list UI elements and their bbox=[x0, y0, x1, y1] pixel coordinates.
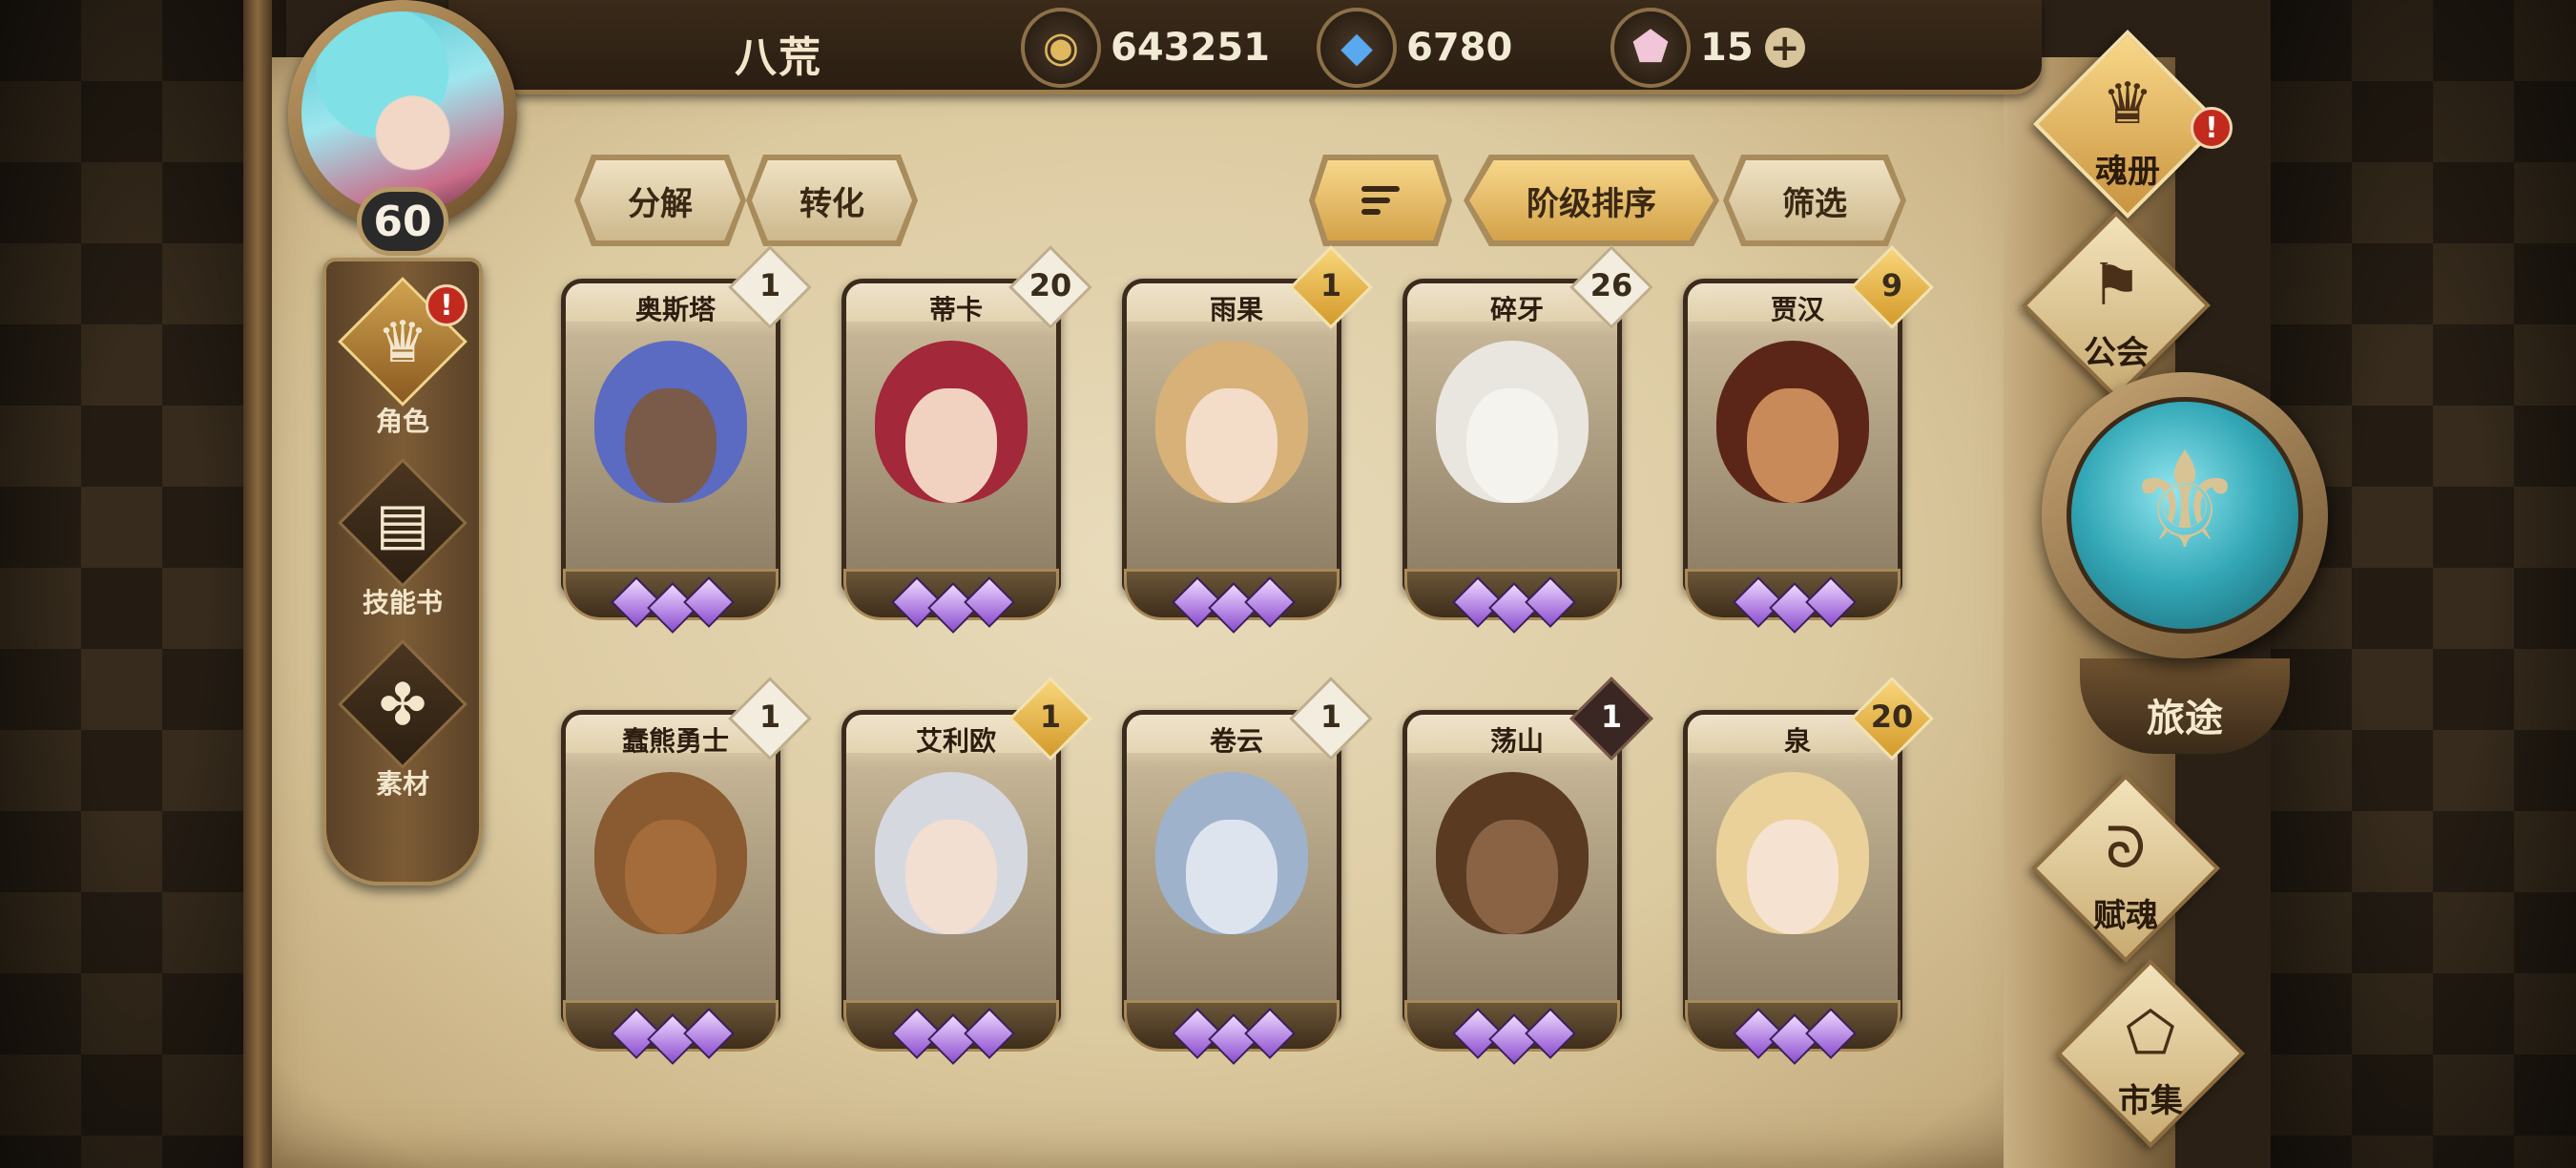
hero-rank-base bbox=[834, 989, 1069, 1071]
material-icon: ✤ bbox=[378, 672, 427, 739]
hero-count: 20 bbox=[1028, 267, 1072, 303]
hero-portrait-frame: 碎牙 bbox=[1402, 279, 1622, 594]
hero-rank-base bbox=[1114, 989, 1349, 1071]
hero-portrait bbox=[1688, 322, 1898, 589]
hero-portrait-frame: 雨果 bbox=[1122, 279, 1341, 594]
blue-crystal-icon: ◆ bbox=[1317, 8, 1397, 88]
market-icon: ⬠ bbox=[2125, 1000, 2176, 1067]
hero-card[interactable]: 贾汉 9 bbox=[1675, 245, 1934, 641]
hero-rank-base bbox=[1675, 557, 1910, 639]
currency-crystal: ◆ 6780 bbox=[1317, 8, 1512, 88]
sort-order-icon bbox=[1361, 186, 1400, 215]
hero-portrait-frame: 奥斯塔 bbox=[561, 279, 780, 594]
hero-count: 1 bbox=[758, 699, 781, 735]
pink-gem-icon: ⬟ bbox=[1610, 8, 1691, 88]
gold-coin-icon: ◉ bbox=[1021, 8, 1101, 88]
hero-portrait bbox=[846, 322, 1056, 589]
hero-rank-base bbox=[1395, 989, 1630, 1071]
hero-card[interactable]: 碎牙 26 bbox=[1395, 245, 1653, 641]
hero-portrait-frame: 泉 bbox=[1683, 710, 1902, 1025]
gold-value: 643251 bbox=[1111, 26, 1270, 70]
hero-card[interactable]: 卷云 1 bbox=[1114, 677, 1373, 1073]
hero-portrait-frame: 卷云 bbox=[1122, 710, 1341, 1025]
hero-rank-base bbox=[1675, 989, 1910, 1071]
soul-grant-button[interactable]: ᘐ 赋魂 bbox=[2021, 774, 2231, 964]
hero-portrait-frame: 荡山 bbox=[1402, 710, 1622, 1025]
hero-card[interactable]: 雨果 1 bbox=[1114, 245, 1373, 641]
convert-button[interactable]: 转化 bbox=[752, 160, 912, 240]
skill-book-icon: ▤ bbox=[375, 490, 430, 557]
hero-portrait-frame: 贾汉 bbox=[1683, 279, 1902, 594]
decompose-button[interactable]: 分解 bbox=[580, 160, 740, 240]
hero-count: 1 bbox=[1600, 699, 1623, 735]
left-sidebar: ♛ 角色 ! ▤ 技能书 ✤ 素材 bbox=[322, 258, 483, 886]
hero-count: 26 bbox=[1589, 267, 1633, 303]
player-level-badge: 60 bbox=[357, 187, 448, 256]
hero-rank-base bbox=[553, 557, 788, 639]
crystal-value: 6780 bbox=[1406, 26, 1513, 70]
sidebar-item-skill-book[interactable]: ▤ 技能书 bbox=[326, 458, 479, 634]
top-bar: 八荒 ◉ 643251 ◆ 6780 ⬟ 15 + bbox=[448, 0, 2042, 94]
hero-count: 1 bbox=[1319, 699, 1342, 735]
hero-portrait bbox=[566, 322, 776, 589]
gem-value: 15 bbox=[1700, 26, 1754, 70]
player-avatar-frame[interactable]: 60 bbox=[250, 0, 555, 267]
hero-portrait-frame: 艾利欧 bbox=[841, 710, 1061, 1025]
hero-rank-base bbox=[1114, 557, 1349, 639]
sidebar-item-label: 技能书 bbox=[362, 587, 443, 618]
soul-grant-label: 赋魂 bbox=[2093, 897, 2158, 935]
hero-rank-base bbox=[553, 989, 788, 1071]
guild-icon: ⚑ bbox=[2090, 252, 2142, 319]
hero-portrait bbox=[846, 753, 1056, 1020]
hero-count: 9 bbox=[1880, 267, 1903, 303]
sort-order-button[interactable] bbox=[1315, 160, 1446, 240]
hero-card[interactable]: 奥斯塔 1 bbox=[553, 245, 812, 641]
journey-label: 旅途 bbox=[2147, 697, 2223, 740]
player-name: 八荒 bbox=[735, 33, 822, 82]
filter-button[interactable]: 筛选 bbox=[1729, 160, 1901, 240]
currency-gem: ⬟ 15 + bbox=[1610, 8, 1805, 88]
hero-portrait bbox=[1127, 753, 1337, 1020]
market-label: 市集 bbox=[2118, 1082, 2183, 1120]
soul-book-button[interactable]: ♛ 魂册 ! bbox=[2023, 30, 2233, 219]
hero-rank-base bbox=[834, 557, 1069, 639]
hero-portrait bbox=[566, 753, 776, 1020]
avatar[interactable] bbox=[301, 11, 504, 214]
journey-emblem-icon: ⚜ bbox=[2125, 424, 2245, 579]
hero-card[interactable]: 泉 20 bbox=[1675, 677, 1934, 1073]
hero-rank-base bbox=[1395, 557, 1630, 639]
sidebar-item-label: 角色 bbox=[375, 406, 429, 437]
hero-count: 1 bbox=[758, 267, 781, 303]
hero-count: 1 bbox=[1319, 267, 1342, 303]
hero-card[interactable]: 蠢熊勇士 1 bbox=[553, 677, 812, 1073]
hero-portrait-frame: 蠢熊勇士 bbox=[561, 710, 780, 1025]
hero-card[interactable]: 荡山 1 bbox=[1395, 677, 1653, 1073]
soul-book-label: 魂册 bbox=[2095, 153, 2160, 191]
hero-count: 20 bbox=[1870, 699, 1914, 735]
soul-book-alert-badge: ! bbox=[2191, 107, 2233, 149]
hero-portrait bbox=[1127, 322, 1337, 589]
hero-count: 1 bbox=[1039, 699, 1062, 735]
character-alert-badge: ! bbox=[426, 284, 467, 326]
hero-portrait bbox=[1407, 753, 1617, 1020]
rank-sort-button[interactable]: 阶级排序 bbox=[1469, 160, 1714, 240]
sidebar-item-label: 素材 bbox=[375, 768, 429, 800]
guild-label: 公会 bbox=[2084, 334, 2149, 372]
hero-portrait bbox=[1407, 322, 1617, 589]
soul-grant-icon: ᘐ bbox=[2105, 815, 2147, 882]
hero-portrait-frame: 蒂卡 bbox=[841, 279, 1061, 594]
sidebar-item-material[interactable]: ✤ 素材 bbox=[326, 639, 479, 815]
hero-card[interactable]: 蒂卡 20 bbox=[834, 245, 1092, 641]
currency-gold: ◉ 643251 bbox=[1021, 8, 1270, 88]
journey-button[interactable]: ⚜ 旅途 bbox=[2042, 372, 2328, 763]
market-button[interactable]: ⬠ 市集 bbox=[2046, 959, 2255, 1149]
hero-portrait bbox=[1688, 753, 1898, 1020]
sidebar-item-character[interactable]: ♛ 角色 ! bbox=[326, 277, 479, 452]
add-gem-button[interactable]: + bbox=[1764, 28, 1805, 68]
hero-card[interactable]: 艾利欧 1 bbox=[834, 677, 1092, 1073]
